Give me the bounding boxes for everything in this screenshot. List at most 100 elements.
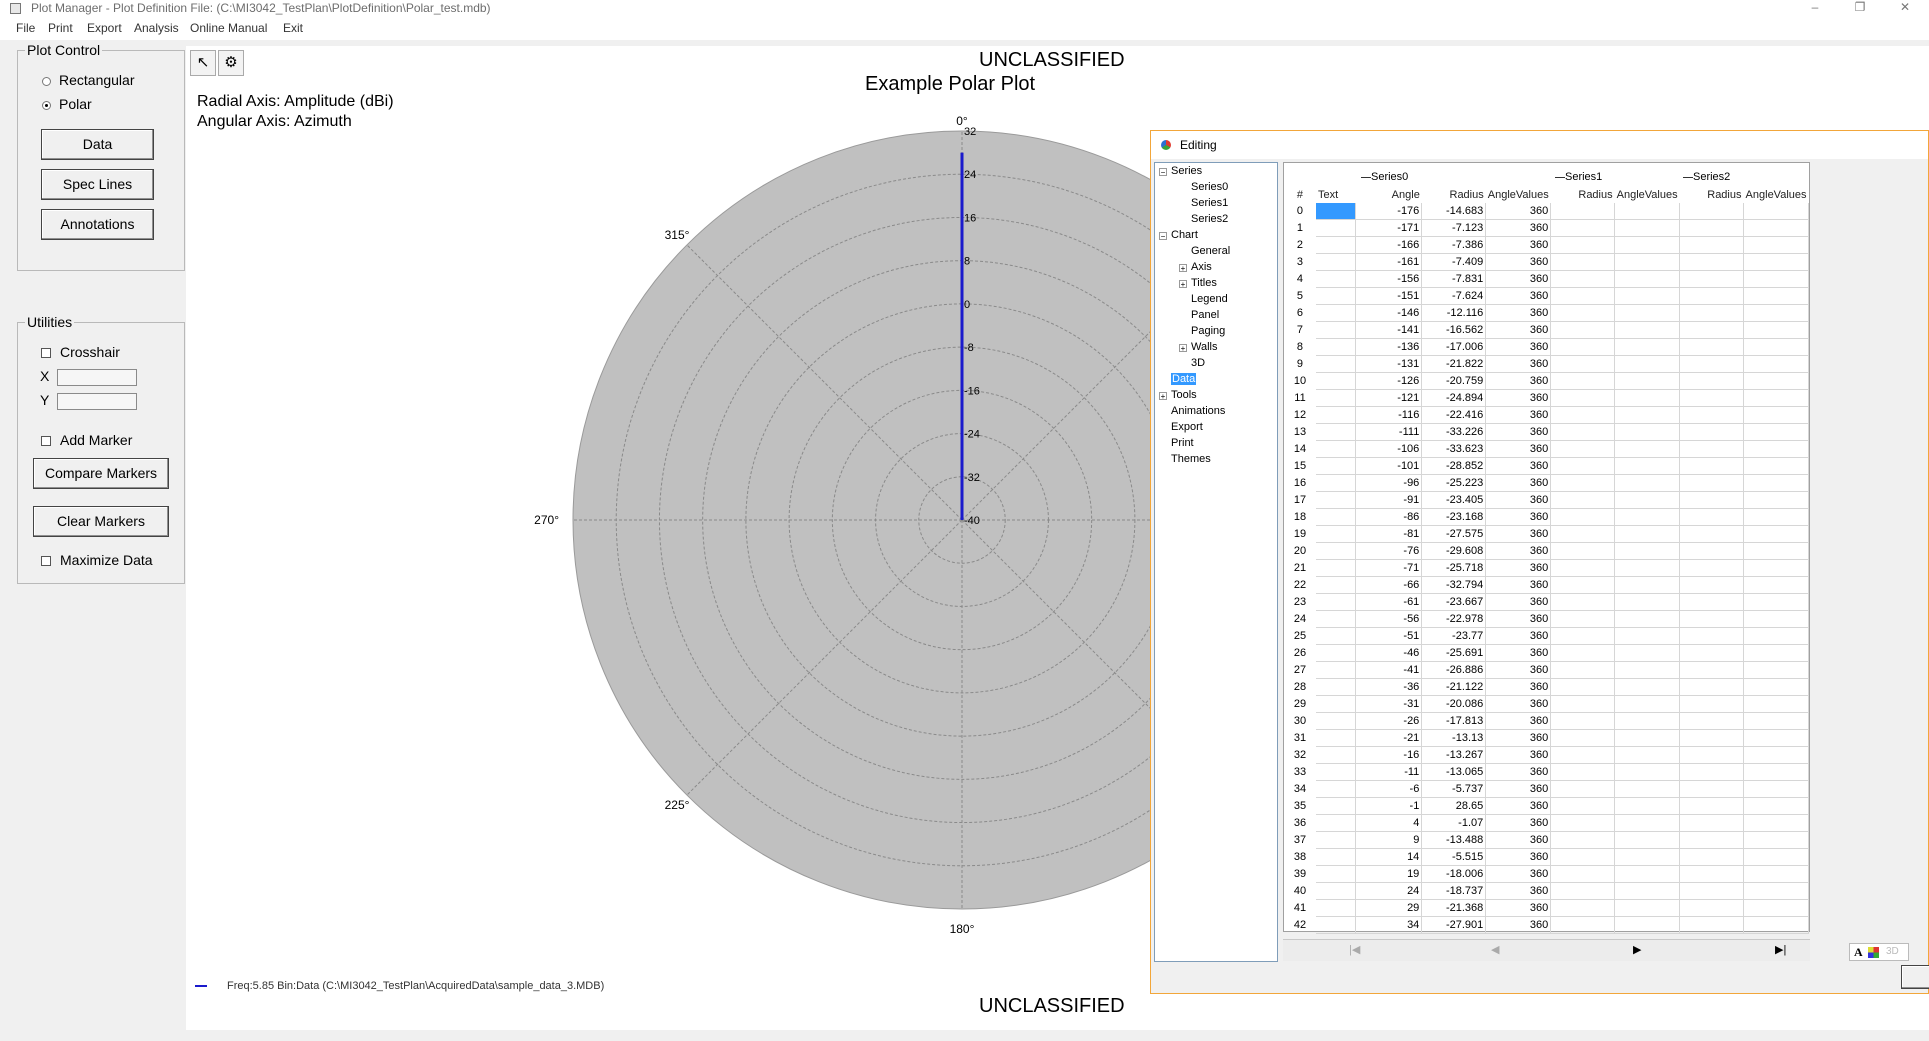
table-cell[interactable] <box>1743 899 1809 917</box>
expand-icon[interactable]: + <box>1179 280 1187 289</box>
table-cell[interactable] <box>1743 474 1809 492</box>
table-cell[interactable] <box>1679 440 1744 458</box>
table-cell[interactable]: -7.409 <box>1421 253 1487 271</box>
table-cell[interactable] <box>1550 474 1616 492</box>
table-cell[interactable] <box>1614 882 1681 900</box>
table-cell[interactable] <box>1315 899 1357 917</box>
table-cell[interactable] <box>1679 457 1744 475</box>
menu-exit[interactable]: Exit <box>283 21 303 35</box>
table-cell[interactable]: -33.623 <box>1421 440 1487 458</box>
tree-panel[interactable]: Panel <box>1191 309 1219 321</box>
table-cell[interactable] <box>1679 814 1744 832</box>
table-cell[interactable]: -131 <box>1355 355 1423 373</box>
tree-data[interactable]: Data <box>1171 373 1197 385</box>
collapse-icon[interactable]: − <box>1159 168 1167 177</box>
table-cell[interactable]: -6 <box>1355 780 1423 798</box>
table-cell[interactable] <box>1614 253 1681 271</box>
table-cell[interactable]: -23.168 <box>1421 508 1487 526</box>
table-cell[interactable]: -20.086 <box>1421 695 1487 713</box>
table-cell[interactable]: 360 <box>1485 440 1552 458</box>
table-cell[interactable] <box>1315 508 1357 526</box>
table-cell[interactable] <box>1315 406 1357 424</box>
maximize-data-checkbox[interactable]: Maximize Data <box>41 552 153 568</box>
table-cell[interactable] <box>1315 372 1357 390</box>
table-cell[interactable]: -5.737 <box>1421 780 1487 798</box>
table-cell[interactable] <box>1550 627 1616 645</box>
table-cell[interactable] <box>1315 338 1357 356</box>
table-cell[interactable]: 360 <box>1485 831 1552 849</box>
table-cell[interactable] <box>1315 644 1357 662</box>
table-cell[interactable]: 360 <box>1485 355 1552 373</box>
table-cell[interactable] <box>1743 865 1809 883</box>
table-cell[interactable]: 360 <box>1485 423 1552 441</box>
table-cell[interactable] <box>1743 797 1809 815</box>
table-cell[interactable] <box>1315 304 1357 322</box>
data-grid[interactable]: Series0 Series1 Series2 # Text Angle Radius… <box>1283 162 1810 934</box>
tree-series2[interactable]: Series2 <box>1191 213 1228 225</box>
table-cell[interactable] <box>1614 491 1681 509</box>
column-header[interactable]: Radius <box>1422 187 1486 203</box>
table-cell[interactable] <box>1614 593 1681 611</box>
table-cell[interactable] <box>1743 831 1809 849</box>
table-cell[interactable] <box>1550 831 1616 849</box>
menu-analysis[interactable]: Analysis <box>134 21 179 35</box>
tree-chart[interactable]: Chart <box>1171 229 1198 241</box>
tree-series[interactable]: Series <box>1171 165 1202 177</box>
table-cell[interactable] <box>1315 270 1357 288</box>
table-cell[interactable] <box>1614 321 1681 339</box>
table-cell[interactable]: 360 <box>1485 695 1552 713</box>
table-cell[interactable]: -1 <box>1355 797 1423 815</box>
table-cell[interactable] <box>1550 508 1616 526</box>
table-cell[interactable]: 360 <box>1485 525 1552 543</box>
menu-print[interactable]: Print <box>48 21 73 35</box>
table-cell[interactable]: 360 <box>1485 661 1552 679</box>
table-cell[interactable]: -71 <box>1355 559 1423 577</box>
table-cell[interactable] <box>1679 593 1744 611</box>
table-cell[interactable] <box>1679 406 1744 424</box>
table-cell[interactable] <box>1679 899 1744 917</box>
table-cell[interactable] <box>1679 423 1744 441</box>
table-cell[interactable] <box>1679 916 1744 934</box>
table-cell[interactable] <box>1550 270 1616 288</box>
table-cell[interactable] <box>1550 236 1616 254</box>
3d-icon[interactable]: 3D <box>1886 946 1899 957</box>
table-cell[interactable] <box>1550 678 1616 696</box>
table-cell[interactable] <box>1743 593 1809 611</box>
column-header[interactable]: Radius <box>1551 187 1615 203</box>
table-cell[interactable] <box>1743 882 1809 900</box>
annotations-button[interactable]: Annotations <box>41 209 154 240</box>
table-cell[interactable]: -116 <box>1355 406 1423 424</box>
close-dialog-button[interactable] <box>1901 965 1929 989</box>
table-cell[interactable]: 360 <box>1485 916 1552 934</box>
table-cell[interactable]: -25.223 <box>1421 474 1487 492</box>
table-cell[interactable]: 360 <box>1485 797 1552 815</box>
x-field[interactable] <box>57 369 137 386</box>
table-cell[interactable] <box>1614 457 1681 475</box>
table-cell[interactable]: 360 <box>1485 814 1552 832</box>
table-cell[interactable] <box>1315 576 1357 594</box>
table-cell[interactable]: -14.683 <box>1421 203 1487 220</box>
table-cell[interactable] <box>1614 423 1681 441</box>
table-cell[interactable]: -17.813 <box>1421 712 1487 730</box>
tree-titles[interactable]: Titles <box>1191 277 1217 289</box>
table-cell[interactable] <box>1614 865 1681 883</box>
table-cell[interactable]: -161 <box>1355 253 1423 271</box>
table-cell[interactable] <box>1614 474 1681 492</box>
table-cell[interactable] <box>1315 236 1357 254</box>
table-cell[interactable] <box>1614 780 1681 798</box>
table-cell[interactable] <box>1743 610 1809 628</box>
table-cell[interactable] <box>1550 203 1616 220</box>
table-cell[interactable]: -23.667 <box>1421 593 1487 611</box>
table-cell[interactable]: 360 <box>1485 287 1552 305</box>
tree-3d[interactable]: 3D <box>1191 357 1205 369</box>
table-cell[interactable] <box>1743 508 1809 526</box>
table-cell[interactable] <box>1679 321 1744 339</box>
table-cell[interactable] <box>1315 780 1357 798</box>
column-header[interactable]: AngleValues <box>1615 187 1680 203</box>
table-cell[interactable] <box>1614 831 1681 849</box>
table-cell[interactable] <box>1550 593 1616 611</box>
table-cell[interactable] <box>1743 780 1809 798</box>
table-cell[interactable]: 24 <box>1355 882 1423 900</box>
table-cell[interactable] <box>1743 814 1809 832</box>
table-cell[interactable]: -171 <box>1355 219 1423 237</box>
